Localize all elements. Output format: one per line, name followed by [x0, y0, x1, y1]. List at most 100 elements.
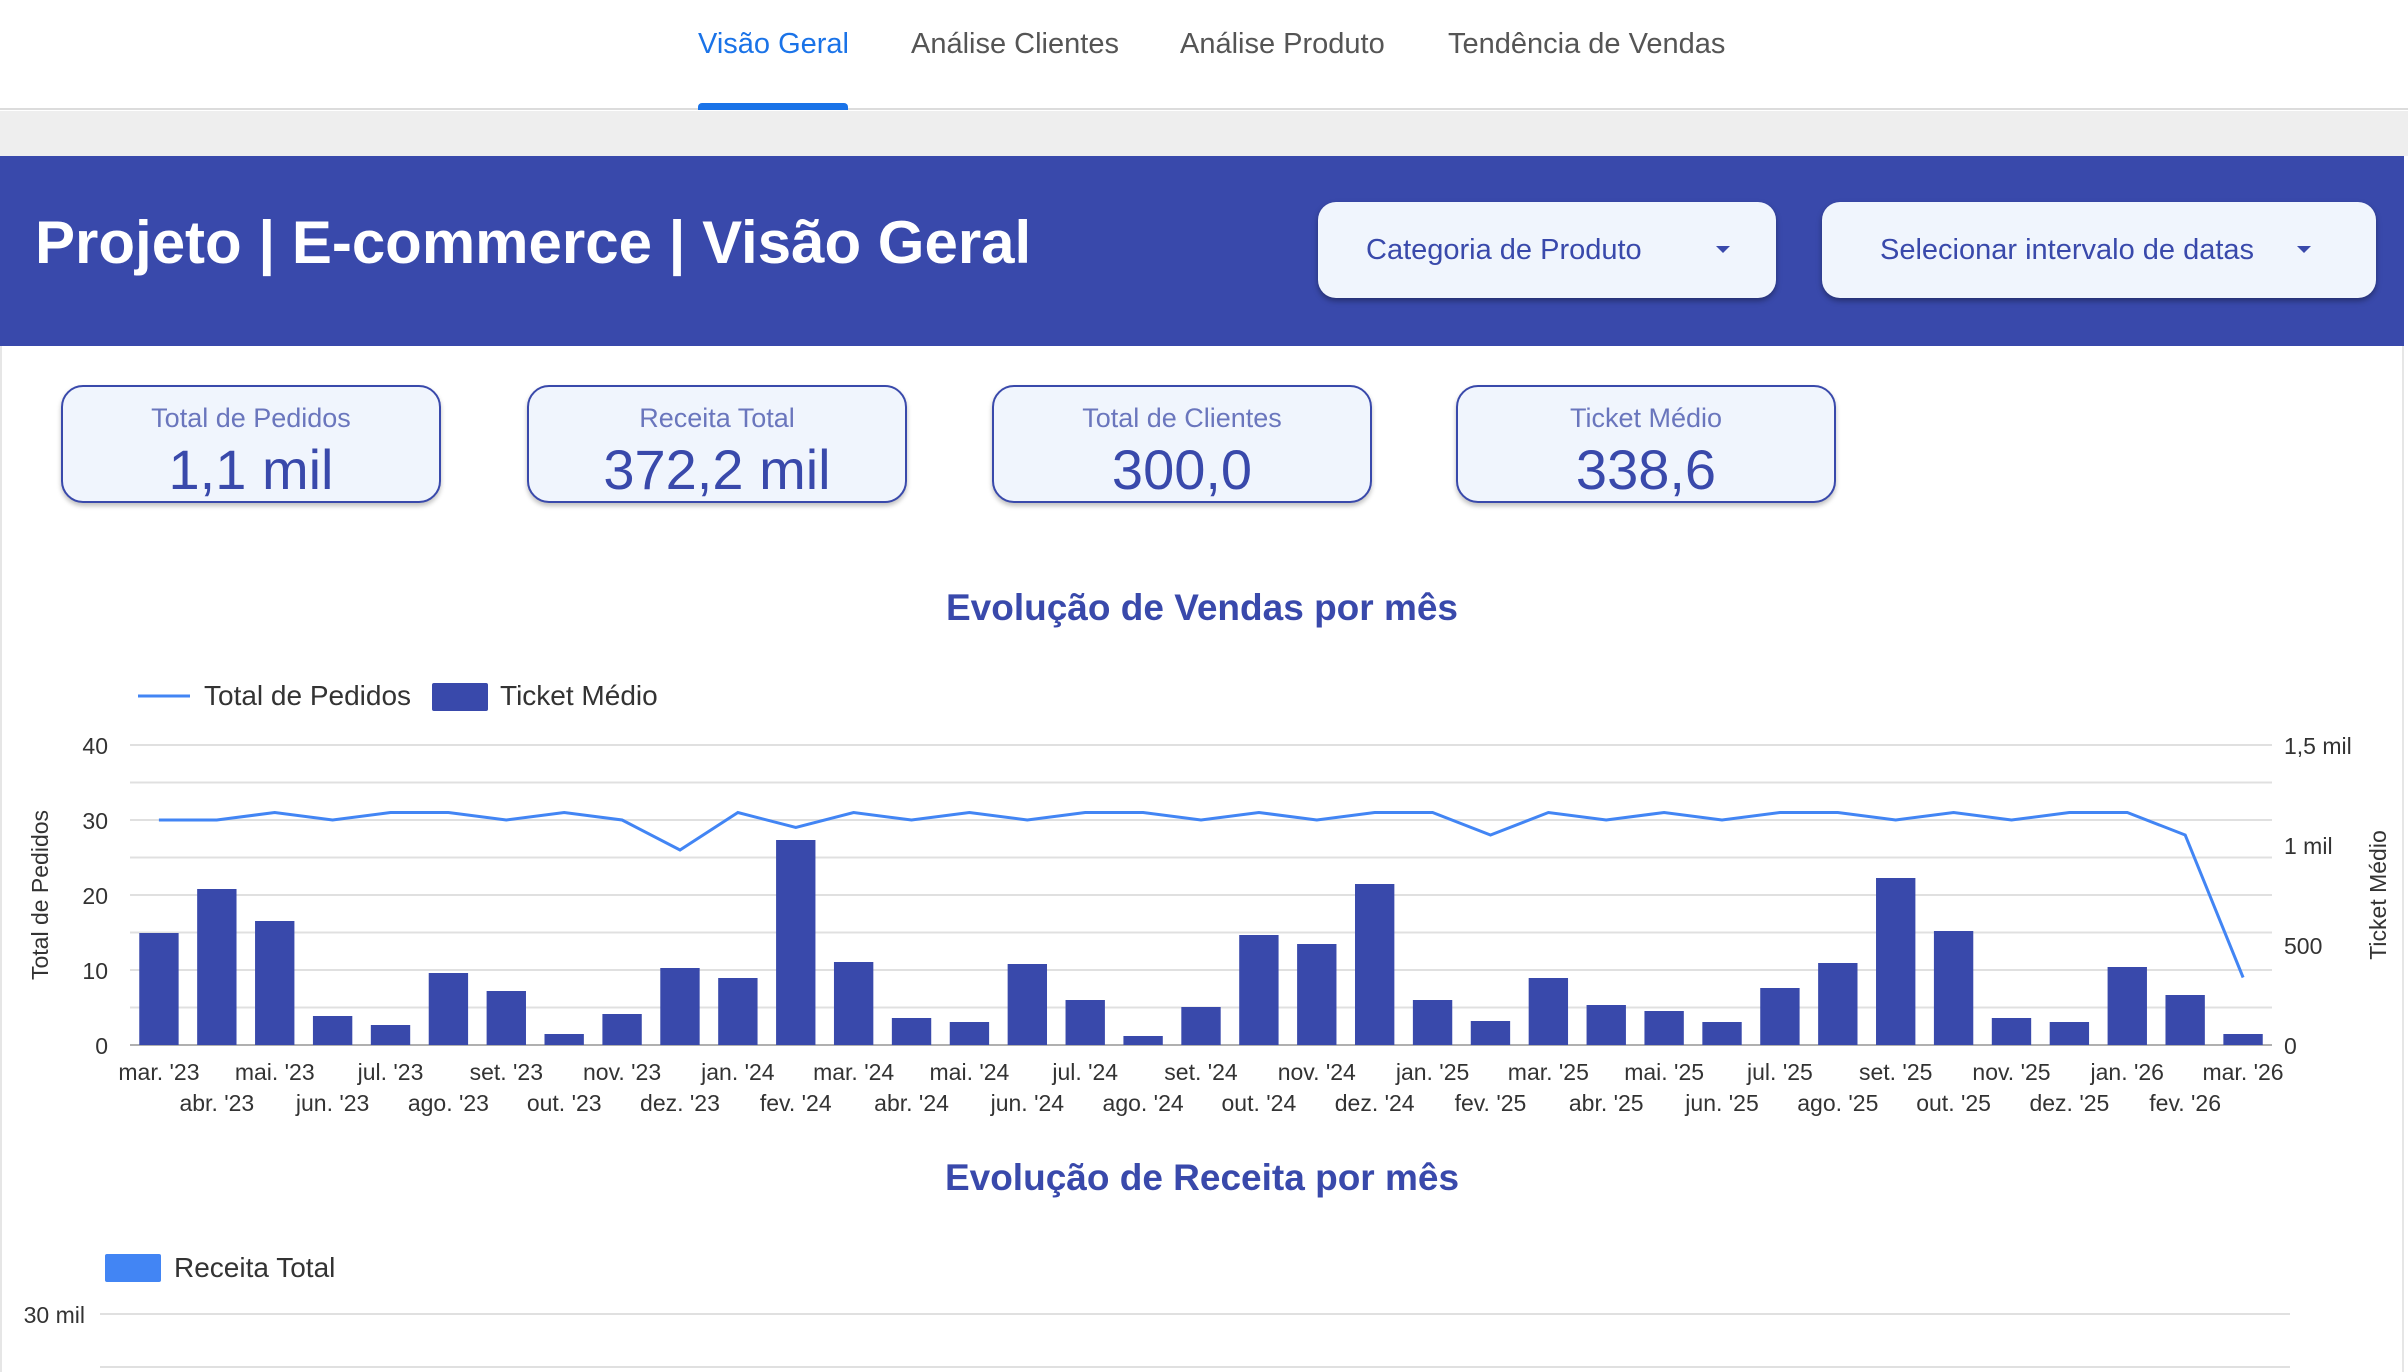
x-tick-label: jun. '23 [295, 1090, 369, 1116]
x-tick-label: dez. '25 [2029, 1090, 2109, 1116]
x-tick-label: jul. '25 [1746, 1059, 1813, 1085]
legend-label: Receita Total [174, 1252, 335, 1283]
bar [1181, 1007, 1221, 1045]
y2-tick-label: 1 mil [2284, 833, 2333, 859]
bar [312, 1016, 353, 1045]
x-tick-label: abr. '24 [874, 1090, 949, 1116]
bar [1528, 978, 1569, 1045]
bar [486, 991, 526, 1045]
y-tick-label: 30 mil [24, 1302, 85, 1328]
sales-evolution-chart: 0 10 20 30 40 0 500 1 mil 1,5 mil Total de Pedido… [27, 680, 2391, 1116]
x-tick-label: ago. '25 [1797, 1090, 1878, 1116]
bar [370, 1025, 411, 1045]
x-tick-label: jan. '26 [2090, 1059, 2164, 1085]
revenue-chart-title: Evolução de Receita por mês [944, 1157, 1460, 1198]
x-tick-label: nov. '24 [1278, 1059, 1356, 1085]
x-tick-label: mar. '24 [813, 1059, 894, 1085]
bar [1007, 964, 1048, 1045]
top-navigation: Visão Geral Análise Clientes Análise Pro… [0, 0, 2408, 110]
kpi-label: Total de Clientes [1082, 403, 1282, 433]
y2-tick-label: 500 [2284, 933, 2322, 959]
kpi-value: 1,1 mil [168, 438, 334, 501]
tab-tendencia-de-vendas[interactable]: Tendência de Vendas [1448, 28, 1725, 61]
report-header: Projeto | E-commerce | Visão Geral Categ… [0, 156, 2404, 346]
x-tick-label: ago. '24 [1103, 1090, 1184, 1116]
kpi-card-total-pedidos: Total de Pedidos 1,1 mil [61, 385, 441, 503]
bar [1354, 884, 1395, 1045]
kpi-label: Receita Total [639, 403, 795, 433]
bar [660, 968, 700, 1045]
x-tick-label: mar. '26 [2202, 1059, 2283, 1085]
bar [1644, 1011, 1684, 1045]
caret-down-icon [2297, 246, 2311, 253]
bar [2049, 1022, 2090, 1045]
x-tick-label: fev. '24 [760, 1090, 832, 1116]
legend-label: Ticket Médio [500, 680, 658, 711]
x-tick-label: set. '23 [470, 1059, 543, 1085]
x-tick-label: fev. '25 [1455, 1090, 1527, 1116]
bar [2223, 1034, 2263, 1045]
bar [602, 1014, 642, 1045]
y-tick-label: 30 [82, 808, 108, 834]
x-tick-label: out. '25 [1916, 1090, 1991, 1116]
y-tick-label: 40 [82, 733, 108, 759]
y-tick-label: 10 [82, 958, 108, 984]
category-filter-dropdown[interactable]: Categoria de Produto [1318, 202, 1776, 298]
bar [1586, 1005, 1626, 1045]
bar [1239, 935, 1279, 1045]
x-tick-label: dez. '24 [1335, 1090, 1415, 1116]
x-tick-label: ago. '23 [408, 1090, 489, 1116]
bar [197, 889, 237, 1045]
x-tick-label: abr. '23 [179, 1090, 254, 1116]
kpi-card-receita-total: Receita Total 372,2 mil [527, 385, 907, 503]
bar [1991, 1018, 2032, 1045]
x-tick-label: abr. '25 [1569, 1090, 1644, 1116]
bar [2165, 995, 2205, 1045]
bar [718, 978, 758, 1045]
x-tick-label: mai. '24 [930, 1059, 1010, 1085]
x-tick-label: dez. '23 [640, 1090, 720, 1116]
caret-down-icon [1716, 246, 1730, 253]
x-tick-label: set. '25 [1859, 1059, 1932, 1085]
bar [1760, 988, 1800, 1045]
kpi-value: 338,6 [1575, 438, 1717, 501]
bar [139, 933, 179, 1045]
x-tick-label: mai. '23 [235, 1059, 315, 1085]
tab-analise-produto[interactable]: Análise Produto [1180, 28, 1385, 61]
y2-tick-label: 1,5 mil [2284, 733, 2352, 759]
kpi-label: Ticket Médio [1569, 403, 1723, 433]
category-filter-label: Categoria de Produto [1366, 234, 1642, 266]
bar [1412, 1000, 1453, 1045]
x-tick-label: mai. '25 [1624, 1059, 1704, 1085]
y-tick-label: 20 [82, 883, 108, 909]
bar [1933, 931, 1974, 1045]
bar [544, 1034, 584, 1045]
x-tick-label: nov. '23 [583, 1059, 661, 1085]
x-tick-label: jun. '25 [1684, 1090, 1758, 1116]
bar [949, 1022, 990, 1045]
kpi-value: 372,2 mil [603, 438, 831, 501]
x-tick-label: jul. '24 [1051, 1059, 1118, 1085]
bar [428, 973, 469, 1045]
bar [1065, 1000, 1105, 1045]
bar [255, 921, 295, 1045]
x-tick-label: mar. '25 [1508, 1059, 1589, 1085]
bar [1702, 1022, 1742, 1045]
tab-visao-geral[interactable]: Visão Geral [698, 28, 849, 61]
y-tick-label: 0 [95, 1033, 108, 1059]
x-tick-label: jan. '25 [1395, 1059, 1469, 1085]
y-axis-title: Total de Pedidos [27, 810, 53, 980]
y2-tick-label: 0 [2284, 1033, 2297, 1059]
bar [833, 962, 874, 1045]
date-range-label: Selecionar intervalo de datas [1880, 234, 2255, 266]
legend-bar-swatch [105, 1254, 161, 1282]
page-gutter [0, 111, 2408, 156]
bar [1876, 878, 1916, 1045]
x-tick-label: jan. '24 [700, 1059, 775, 1085]
tab-analise-clientes[interactable]: Análise Clientes [911, 28, 1119, 61]
kpi-label: Total de Pedidos [151, 403, 351, 433]
x-tick-label: out. '24 [1222, 1090, 1297, 1116]
date-range-dropdown[interactable]: Selecionar intervalo de datas [1822, 202, 2376, 298]
x-tick-label: jul. '23 [357, 1059, 424, 1085]
legend-bar-swatch [432, 683, 488, 711]
